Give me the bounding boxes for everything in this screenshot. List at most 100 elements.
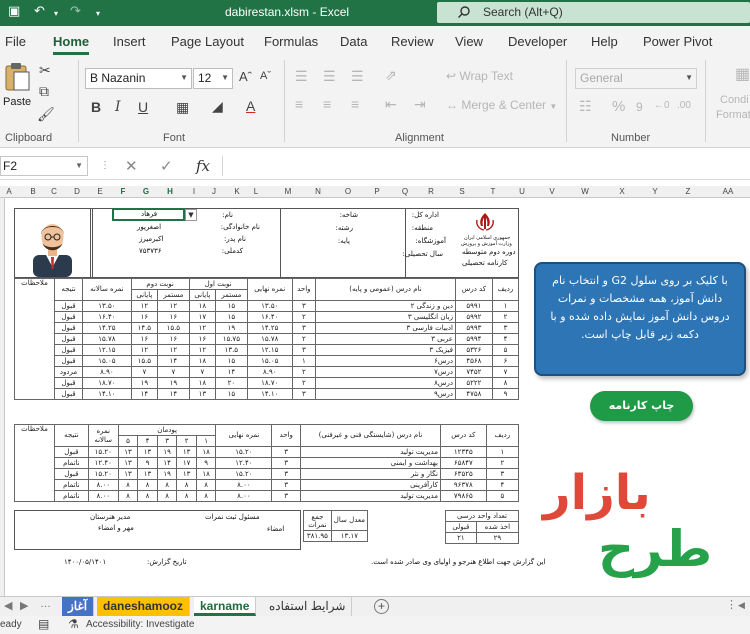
chevron-down-icon[interactable]: ▼ (185, 209, 197, 221)
column-header-w[interactable]: W (575, 187, 595, 196)
decrease-indent-icon[interactable]: ⇤ (385, 96, 397, 113)
paste-button[interactable]: Paste (3, 62, 33, 114)
print-report-button[interactable]: چاپ کارنامه (590, 391, 693, 421)
macro-record-icon[interactable]: ▤ (38, 617, 49, 631)
sheet-tab-terms[interactable]: شرایط استفاده (263, 597, 353, 616)
column-header-g[interactable]: G (136, 187, 156, 196)
tab-formulas[interactable]: Formulas (264, 34, 318, 49)
align-middle-icon[interactable]: ☰ (323, 68, 336, 85)
tab-review[interactable]: Review (391, 34, 434, 49)
number-format-combo[interactable]: General ▼ (575, 68, 697, 89)
tab-help[interactable]: Help (591, 34, 618, 49)
prev-sheet-icon[interactable]: ◀ (4, 599, 12, 612)
merge-center-button[interactable]: ↔ Merge & Center ▼ (446, 98, 557, 112)
accessibility-status[interactable]: Accessibility: Investigate (86, 619, 194, 630)
decrease-font-icon[interactable]: Aˇ (260, 70, 271, 82)
undo-icon[interactable]: ↶ (34, 4, 45, 19)
format-painter-icon[interactable]: 🖌 (37, 106, 55, 123)
bold-icon[interactable]: B (91, 99, 101, 115)
column-header-k[interactable]: K (227, 187, 247, 196)
column-header-d[interactable]: D (67, 187, 87, 196)
accounting-icon[interactable]: ☷ (579, 98, 592, 115)
tabs-scroll-icon[interactable]: ⋮ (726, 598, 737, 611)
align-bottom-icon[interactable]: ☰ (351, 68, 364, 85)
worksheet-grid[interactable]: جمهوری اسلامی ایران وزارت آموزش و پرورش … (0, 198, 750, 596)
column-header-f[interactable]: F (113, 187, 133, 196)
next-sheet-icon[interactable]: ▶ (20, 599, 28, 612)
borders-icon[interactable]: ▦ (176, 99, 189, 116)
sheet-tab-daneshamooz[interactable]: daneshamooz (97, 597, 191, 616)
save-icon[interactable]: ▣ (8, 4, 20, 19)
column-header-l[interactable]: L (246, 187, 266, 196)
column-header-a[interactable]: A (0, 187, 19, 196)
student-name-select-cell[interactable]: فرهاد ▼ (112, 208, 197, 221)
column-header-u[interactable]: U (512, 187, 532, 196)
tab-insert[interactable]: Insert (113, 34, 146, 49)
percent-icon[interactable]: % (612, 98, 625, 115)
column-header-v[interactable]: V (542, 187, 562, 196)
tab-power-pivot[interactable]: Power Pivot (643, 34, 712, 49)
column-header-p[interactable]: P (367, 187, 387, 196)
tab-view[interactable]: View (455, 34, 483, 49)
column-header-h[interactable]: H (160, 187, 180, 196)
column-header-s[interactable]: S (452, 187, 472, 196)
undo-dropdown-icon[interactable]: ▾ (54, 9, 58, 18)
column-header-e[interactable]: E (90, 187, 110, 196)
sheet-tab-karname[interactable]: karname (194, 597, 257, 616)
increase-decimal-icon[interactable]: ←0 (654, 100, 670, 111)
decrease-decimal-icon[interactable]: .00 (677, 100, 691, 111)
italic-icon[interactable]: I (115, 99, 121, 115)
scroll-left-icon[interactable]: ◀ (738, 600, 745, 611)
cut-icon[interactable]: ✂ (39, 62, 51, 79)
enter-icon[interactable]: ✓ (160, 157, 173, 175)
conditional-format-icon[interactable]: ▦ (735, 64, 750, 84)
cond-format-label[interactable]: Condi (720, 94, 749, 106)
search-box[interactable]: Search (Alt+Q) (437, 2, 750, 23)
accessibility-icon[interactable]: ⚗ (68, 617, 79, 631)
font-name-combo[interactable]: B Nazanin ▼ (85, 68, 192, 89)
copy-icon[interactable]: ⧉ (39, 83, 49, 100)
sheet-tab-start[interactable]: آغاز (62, 597, 95, 616)
column-header-z[interactable]: Z (678, 187, 698, 196)
align-left-icon[interactable]: ≡ (295, 96, 303, 112)
comma-icon[interactable]: 9 (636, 100, 643, 114)
name-box[interactable]: F2 ▼ (0, 156, 88, 176)
cancel-icon[interactable]: ✕ (125, 157, 138, 175)
font-size-combo[interactable]: 12 ▼ (193, 68, 233, 89)
more-sheets-icon[interactable]: … (40, 598, 51, 610)
tab-home[interactable]: Home (53, 34, 90, 55)
increase-indent-icon[interactable]: ⇥ (414, 96, 426, 113)
column-header-r[interactable]: R (421, 187, 441, 196)
tab-developer[interactable]: Developer (508, 34, 567, 49)
increase-font-icon[interactable]: Aˆ (239, 69, 252, 84)
column-header-t[interactable]: T (483, 187, 503, 196)
column-header-c[interactable]: C (44, 187, 64, 196)
customize-toolbar-icon[interactable]: ▾ (96, 9, 100, 18)
redo-icon[interactable]: ↷ (70, 4, 81, 19)
column-header-m[interactable]: M (278, 187, 298, 196)
add-sheet-icon[interactable]: + (374, 599, 389, 614)
column-header-q[interactable]: Q (395, 187, 415, 196)
column-header-aa[interactable]: AA (718, 187, 738, 196)
column-header-b[interactable]: B (23, 187, 43, 196)
font-color-icon[interactable]: A (246, 98, 255, 114)
column-header-x[interactable]: X (612, 187, 632, 196)
formula-input[interactable] (222, 156, 750, 176)
tab-data[interactable]: Data (340, 34, 367, 49)
column-header-i[interactable]: I (184, 187, 204, 196)
cond-format-label-2[interactable]: Format (716, 109, 750, 121)
column-header-n[interactable]: N (308, 187, 328, 196)
column-header-y[interactable]: Y (645, 187, 665, 196)
fill-color-icon[interactable]: ◢ (212, 98, 223, 115)
tab-file[interactable]: File (5, 34, 26, 49)
formula-bar-grip-icon[interactable]: ⋮ (100, 160, 110, 171)
underline-icon[interactable]: U (138, 99, 148, 115)
tab-page-layout[interactable]: Page Layout (171, 34, 244, 49)
align-right-icon[interactable]: ≡ (351, 96, 359, 112)
insert-function-icon[interactable]: fx (196, 157, 210, 175)
column-header-o[interactable]: O (338, 187, 358, 196)
align-top-icon[interactable]: ☰ (295, 68, 308, 85)
orientation-icon[interactable]: ⇗ (385, 67, 397, 84)
column-header-j[interactable]: J (204, 187, 224, 196)
align-center-icon[interactable]: ≡ (323, 96, 331, 112)
